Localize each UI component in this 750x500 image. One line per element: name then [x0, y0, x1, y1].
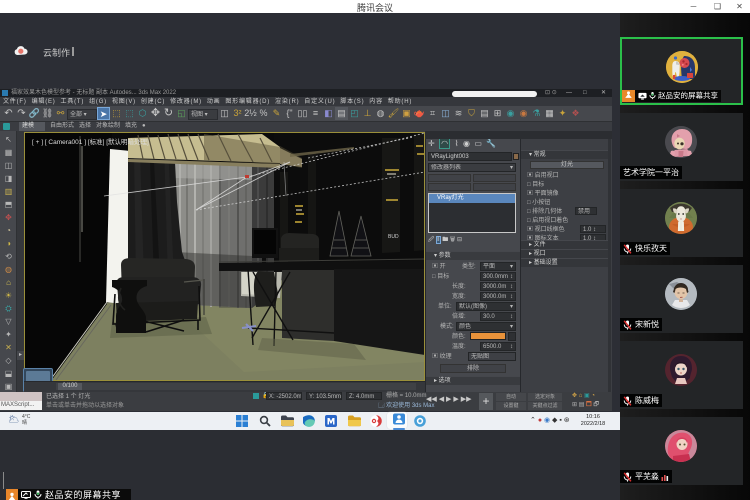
svg-text:[ + ] [ Camera001 ] [标准] [默认明暗: [ + ] [ Camera001 ] [标准] [默认明暗处理]	[32, 137, 149, 146]
svg-text:BUD: BUD	[388, 234, 399, 240]
